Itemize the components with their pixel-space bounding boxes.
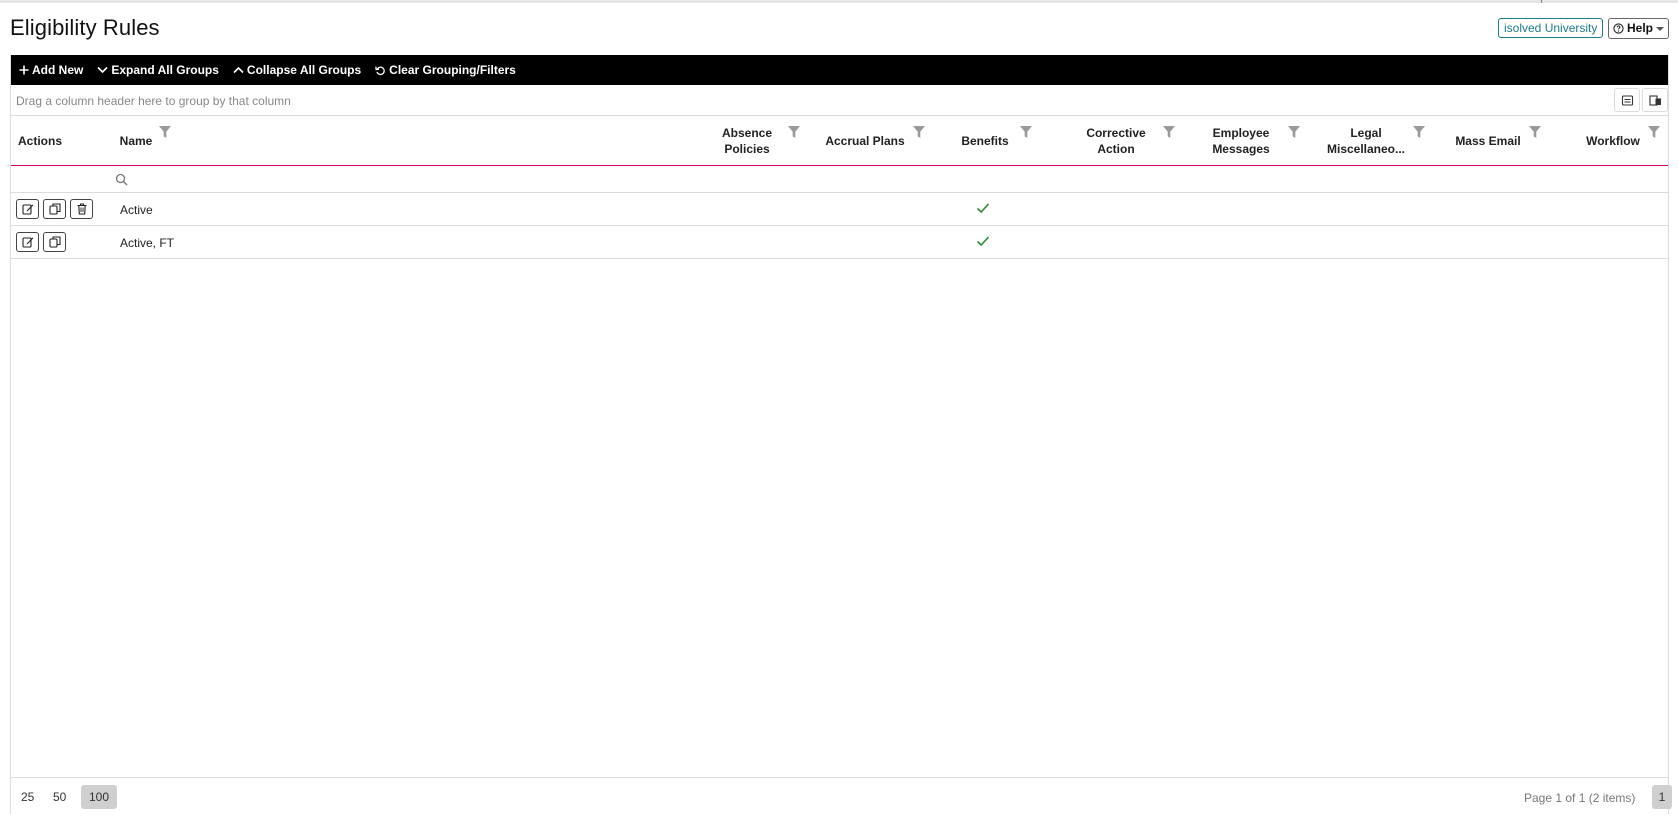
filter-icon[interactable] [1019, 125, 1033, 139]
pager-info: Page 1 of 1 (2 items) [1524, 791, 1636, 805]
help-circle-icon [1613, 23, 1624, 34]
caret-down-icon [1656, 26, 1665, 31]
column-header-mass-email[interactable]: Mass Email [1451, 116, 1525, 166]
filter-icon[interactable] [1287, 125, 1301, 139]
filter-icon[interactable] [1412, 125, 1426, 139]
filter-icon[interactable] [158, 125, 172, 139]
copy-button[interactable] [43, 199, 66, 219]
chevron-up-icon [233, 66, 244, 74]
add-new-button[interactable]: Add New [19, 63, 83, 77]
filter-icon[interactable] [1162, 125, 1176, 139]
clear-label: Clear Grouping/Filters [389, 63, 516, 77]
filter-icon[interactable] [1528, 125, 1542, 139]
undo-icon [375, 66, 385, 75]
edit-icon [21, 204, 33, 215]
edit-button[interactable] [16, 199, 39, 219]
trash-icon [77, 203, 86, 215]
page-number-1[interactable]: 1 [1652, 785, 1672, 809]
copy-icon [48, 236, 61, 248]
column-chooser-button[interactable] [1642, 88, 1668, 112]
top-border [0, 0, 1678, 3]
table-row[interactable]: Active [11, 193, 1668, 226]
export-button[interactable] [1614, 88, 1640, 112]
checkmark-icon [976, 203, 990, 214]
page-title: Eligibility Rules [10, 15, 160, 40]
search-icon[interactable] [115, 173, 128, 186]
filter-row [11, 166, 1668, 193]
help-dropdown-button[interactable]: Help [1608, 18, 1670, 39]
checkmark-icon [976, 236, 990, 247]
collapse-all-label: Collapse All Groups [246, 63, 362, 77]
edit-button[interactable] [16, 232, 39, 252]
eligibility-rules-grid: Add New Expand All Groups Collapse All G… [10, 55, 1672, 814]
column-header-absence-policies[interactable]: Absence Policies [707, 116, 787, 166]
chevron-down-icon [97, 66, 108, 74]
column-header-legal-miscellaneous[interactable]: Legal Miscellaneo... [1321, 116, 1411, 166]
copy-button[interactable] [43, 232, 66, 252]
group-panel-hint: Drag a column header here to group by th… [16, 94, 291, 108]
page-size-50[interactable]: 50 [45, 785, 74, 809]
column-header-accrual-plans[interactable]: Accrual Plans [823, 116, 907, 166]
filter-icon[interactable] [912, 125, 926, 139]
page-size-100[interactable]: 100 [81, 785, 118, 809]
column-header-row: Actions Name Absence Policies Accrual Pl… [11, 116, 1668, 166]
column-header-actions[interactable]: Actions [18, 116, 62, 166]
clear-grouping-filters-button[interactable]: Clear Grouping/Filters [375, 63, 516, 77]
copy-icon [48, 203, 61, 215]
top-border-mark [1541, 0, 1542, 3]
column-header-corrective-action[interactable]: Corrective Action [1071, 116, 1161, 166]
column-header-benefits[interactable]: Benefits [957, 116, 1013, 166]
filter-icon[interactable] [787, 125, 801, 139]
grid-pager: 25 50 100 Page 1 of 1 (2 items) 1 [11, 777, 1672, 814]
grid-toolbar: Add New Expand All Groups Collapse All G… [11, 55, 1668, 85]
expand-all-groups-button[interactable]: Expand All Groups [97, 63, 219, 77]
collapse-all-groups-button[interactable]: Collapse All Groups [233, 63, 361, 77]
page-size-25[interactable]: 25 [13, 785, 42, 809]
add-new-label: Add New [32, 63, 84, 77]
expand-all-label: Expand All Groups [111, 63, 219, 77]
export-icon [1621, 94, 1633, 106]
plus-icon [19, 65, 29, 75]
table-row[interactable]: Active, FT [11, 226, 1668, 259]
help-label: Help [1627, 21, 1654, 35]
column-header-workflow[interactable]: Workflow [1581, 116, 1645, 166]
isolved-university-link[interactable]: isolved University [1498, 18, 1604, 38]
column-header-employee-messages[interactable]: Employee Messages [1196, 116, 1286, 166]
rule-name-cell: Active, FT [120, 236, 175, 250]
group-panel[interactable]: Drag a column header here to group by th… [11, 85, 1668, 116]
edit-icon [21, 237, 33, 248]
filter-icon[interactable] [1647, 125, 1661, 139]
column-chooser-icon [1648, 94, 1661, 106]
rule-name-cell: Active [120, 203, 153, 217]
delete-button[interactable] [70, 199, 93, 219]
column-header-name[interactable]: Name [120, 116, 153, 166]
